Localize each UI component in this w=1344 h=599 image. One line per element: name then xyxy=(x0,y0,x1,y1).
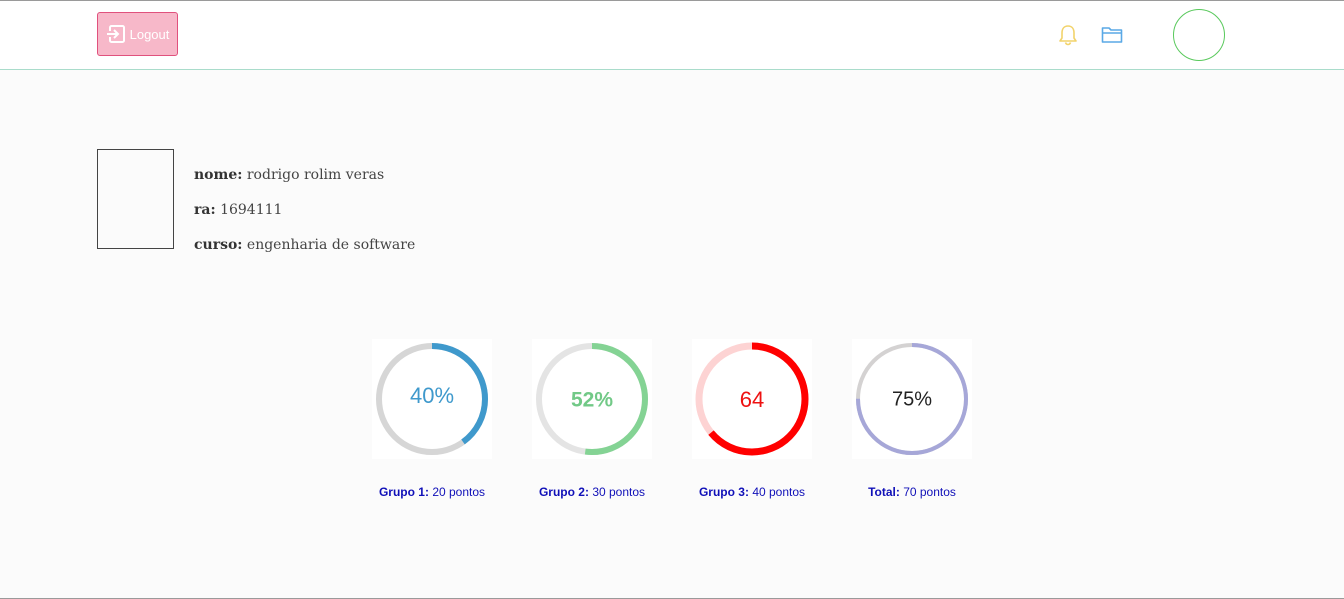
profile-name-row: nome: rodrigo rolim veras xyxy=(194,165,415,200)
gauge-ring: 40% xyxy=(372,339,492,459)
logout-icon xyxy=(105,24,126,44)
gauge-points: 30 pontos xyxy=(592,485,646,499)
profile-course-row: curso: engenharia de software xyxy=(194,235,415,270)
gauge-points: 20 pontos xyxy=(432,485,486,499)
gauge-ring: 64 xyxy=(692,339,812,459)
gauge-grupo-2: 52% Grupo 2: 30 pontos xyxy=(532,339,652,499)
gauge-caption: Total: 70 pontos xyxy=(832,485,992,499)
logout-button[interactable]: Logout xyxy=(97,12,178,56)
gauge-points: 40 pontos xyxy=(752,485,806,499)
gauge-label: Grupo 3: xyxy=(698,485,749,499)
name-value: rodrigo rolim veras xyxy=(246,167,385,183)
ra-value: 1694111 xyxy=(220,202,283,218)
profile-ra-row: ra: 1694111 xyxy=(194,200,415,235)
gauge-grupo-1: 40% Grupo 1: 20 pontos xyxy=(372,339,492,499)
folder-icon[interactable] xyxy=(1101,25,1123,45)
gauge-value: 75% xyxy=(892,388,932,410)
gauge-ring: 52% xyxy=(532,339,652,459)
profile-info: nome: rodrigo rolim veras ra: 1694111 cu… xyxy=(194,165,415,270)
user-avatar[interactable] xyxy=(1173,9,1225,61)
gauge-ring: 75% xyxy=(852,339,972,459)
gauge-label: Total: xyxy=(868,485,900,499)
gauge-value: 40% xyxy=(410,383,454,408)
ra-label: ra: xyxy=(194,202,216,218)
gauge-caption: Grupo 3: 40 pontos xyxy=(672,485,832,499)
gauge-label: Grupo 2: xyxy=(538,485,589,499)
gauge-caption: Grupo 1: 20 pontos xyxy=(352,485,512,499)
gauge-value: 64 xyxy=(740,387,764,412)
name-label: nome: xyxy=(194,167,243,183)
bell-icon[interactable] xyxy=(1058,24,1078,46)
page: Logout nome: rodrigo rolim veras ra: 169… xyxy=(0,0,1344,599)
gauge-value: 52% xyxy=(571,389,613,412)
top-navbar: Logout xyxy=(0,1,1344,70)
gauge-label: Grupo 1: xyxy=(378,485,429,499)
gauge-grupo-3: 64 Grupo 3: 40 pontos xyxy=(692,339,812,499)
profile-photo xyxy=(97,149,174,249)
course-value: engenharia de software xyxy=(246,237,416,253)
gauge-caption: Grupo 2: 30 pontos xyxy=(512,485,672,499)
logout-label: Logout xyxy=(129,26,170,42)
gauge-points: 70 pontos xyxy=(903,485,956,499)
course-label: curso: xyxy=(194,237,243,253)
gauge-total: 75% Total: 70 pontos xyxy=(852,339,972,499)
